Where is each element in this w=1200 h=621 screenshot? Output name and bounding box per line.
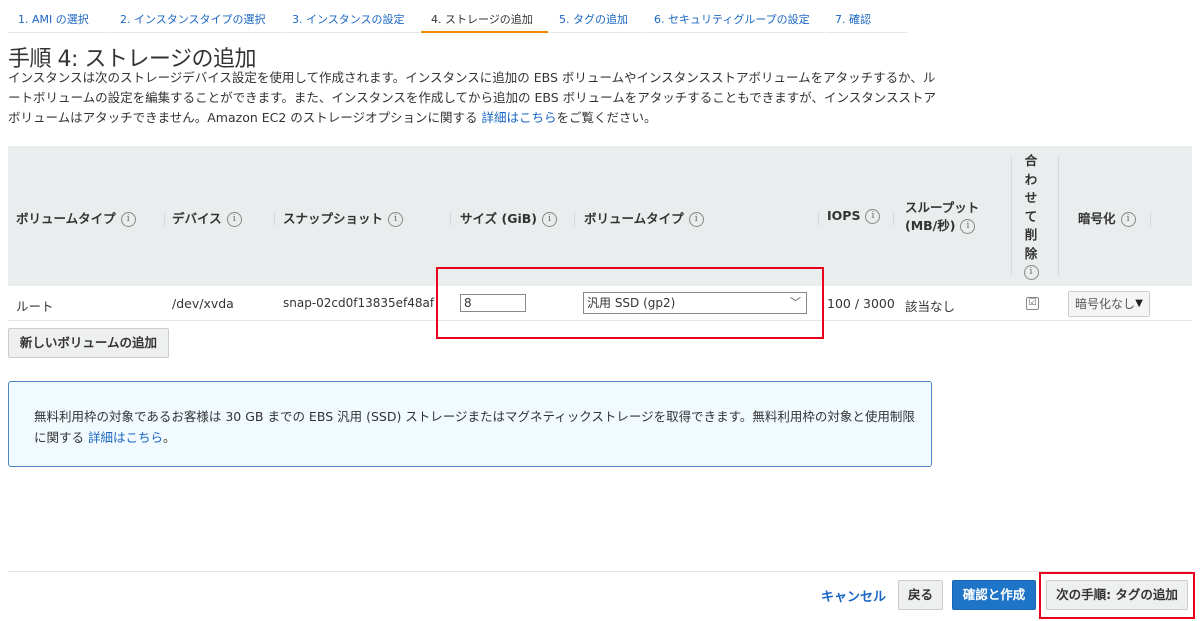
footer-divider: [8, 571, 1192, 572]
col-device: デバイス i: [172, 208, 242, 227]
caret-down-icon: ▼: [1135, 298, 1143, 309]
column-divider: [1150, 212, 1151, 226]
description-text: インスタンスは次のストレージデバイス設定を使用して作成されます。インスタンスに追…: [8, 70, 937, 125]
description-suffix: をご覧ください。: [556, 110, 657, 125]
info-icon[interactable]: i: [1023, 265, 1039, 280]
col-volume-type: ボリュームタイプ i: [16, 208, 136, 227]
tab-security-group[interactable]: 6. セキュリティグループの設定: [644, 0, 824, 33]
col-throughput: スループット (MB/秒) i: [905, 200, 980, 234]
add-volume-button[interactable]: 新しいボリュームの追加: [8, 328, 169, 358]
tab-tags[interactable]: 5. タグの追加: [549, 0, 643, 33]
review-and-launch-button[interactable]: 確認と作成: [952, 580, 1036, 610]
column-divider: [1011, 156, 1012, 276]
delete-on-termination-checkbox[interactable]: ☑: [1026, 297, 1039, 310]
column-divider: [818, 212, 819, 226]
tab-instance-type[interactable]: 2. インスタンスタイプの選択: [110, 0, 281, 33]
free-tier-notice: 無料利用枠の対象であるお客様は 30 GB までの EBS 汎用 (SSD) ス…: [8, 381, 932, 467]
column-divider: [164, 212, 165, 226]
info-icon[interactable]: i: [960, 219, 976, 234]
cancel-link[interactable]: キャンセル: [821, 586, 886, 605]
cell-iops: 100 / 3000: [827, 296, 895, 311]
info-icon[interactable]: i: [120, 212, 136, 227]
highlight-box: [436, 267, 824, 339]
page-description: インスタンスは次のストレージデバイス設定を使用して作成されます。インスタンスに追…: [8, 68, 943, 128]
column-divider: [1058, 156, 1059, 276]
col-encryption: 暗号化 i: [1078, 208, 1136, 227]
tab-ami[interactable]: 1. AMI の選択: [8, 0, 109, 33]
tab-instance-config[interactable]: 3. インスタンスの設定: [282, 0, 420, 33]
col-delete-on-termination: 合わせて削除 i: [1023, 152, 1039, 282]
info-icon[interactable]: i: [688, 212, 704, 227]
storage-options-link[interactable]: 詳細はこちら: [482, 110, 557, 125]
encryption-select[interactable]: 暗号化なし ▼: [1068, 291, 1150, 317]
column-divider: [893, 212, 894, 226]
cell-throughput: 該当なし: [905, 299, 956, 314]
cell-snapshot: snap-02cd0f13835ef48af: [283, 296, 435, 310]
col-snapshot: スナップショット i: [283, 208, 404, 227]
column-divider: [274, 212, 275, 226]
storage-table-header: ボリュームタイプ i デバイス i スナップショット i サイズ (GiB) i ボリュ…: [8, 146, 1192, 286]
wizard-steps: 1. AMI の選択 2. インスタンスタイプの選択 3. インスタンスの設定 …: [8, 0, 908, 33]
column-divider: [450, 212, 451, 226]
back-button[interactable]: 戻る: [898, 580, 943, 610]
notice-suffix: 。: [163, 430, 176, 445]
col-volume-type-2: ボリュームタイプ i: [584, 208, 704, 227]
cell-device: /dev/xvda: [172, 296, 234, 311]
info-icon[interactable]: i: [865, 209, 881, 224]
col-iops: IOPS i: [827, 208, 881, 224]
column-divider: [574, 212, 575, 226]
info-icon[interactable]: i: [1120, 212, 1136, 227]
info-icon[interactable]: i: [226, 212, 242, 227]
info-icon[interactable]: i: [388, 212, 404, 227]
encryption-value: 暗号化なし: [1075, 297, 1136, 311]
tab-storage[interactable]: 4. ストレージの追加: [421, 0, 548, 33]
free-tier-link[interactable]: 詳細はこちら: [88, 430, 163, 445]
info-icon[interactable]: i: [541, 212, 557, 227]
col-size: サイズ (GiB) i: [460, 208, 557, 227]
highlight-box: [1039, 572, 1195, 619]
tab-review[interactable]: 7. 確認: [825, 0, 907, 33]
cell-volume-type: ルート: [16, 299, 54, 314]
